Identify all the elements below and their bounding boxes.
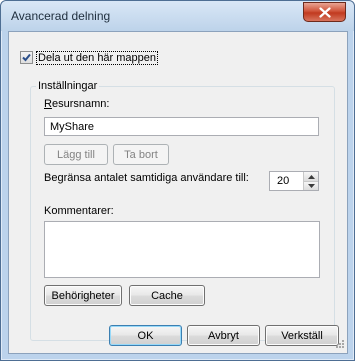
cancel-button[interactable]: Avbryt (187, 325, 260, 346)
permissions-button-label: Behörigheter (51, 289, 115, 302)
close-button[interactable] (303, 2, 346, 22)
cancel-button-label: Avbryt (208, 329, 239, 342)
share-folder-checkbox[interactable] (20, 51, 33, 64)
spin-down-icon (307, 184, 315, 188)
share-folder-label[interactable]: Dela ut den här mappen (36, 51, 159, 65)
ok-button-label: OK (137, 329, 154, 342)
spin-down-button[interactable] (304, 181, 318, 190)
permissions-button[interactable]: Behörigheter (44, 285, 122, 306)
apply-button-label: Verkställ (281, 329, 323, 342)
comments-label: Kommentarer: (44, 205, 114, 217)
add-button[interactable]: Lägg till (44, 144, 108, 165)
share-name-input[interactable] (45, 118, 318, 135)
checkmark-icon (22, 53, 31, 62)
close-icon (318, 6, 331, 18)
spin-buttons (303, 172, 318, 190)
user-limit-label: Begränsa antalet samtidiga användare til… (44, 172, 249, 184)
comments-textarea[interactable] (44, 221, 320, 278)
cache-button[interactable]: Cache (129, 285, 205, 306)
settings-group-title: Inställningar (36, 80, 100, 92)
dialog-body: Dela ut den här mappen Inställningar Res… (8, 31, 348, 354)
remove-button[interactable]: Ta bort (113, 144, 169, 165)
user-limit-stepper[interactable]: 20 (269, 171, 319, 191)
cache-button-label: Cache (151, 289, 183, 302)
share-name-field[interactable] (44, 117, 319, 136)
share-name-label: Resursnamn: (44, 98, 110, 110)
add-button-label: Lägg till (57, 148, 95, 161)
apply-button[interactable]: Verkställ (265, 325, 339, 346)
dialog-window: Avancerad delning Dela ut den här mappen… (0, 0, 355, 361)
ok-button[interactable]: OK (109, 325, 182, 346)
user-limit-value[interactable]: 20 (277, 175, 289, 187)
spin-up-icon (307, 174, 315, 179)
resize-grip-icon[interactable] (334, 340, 344, 350)
title-bar[interactable]: Avancerad delning (1, 1, 354, 31)
remove-button-label: Ta bort (124, 148, 158, 161)
share-name-label-text: esursnamn: (51, 98, 110, 110)
window-title: Avancerad delning (11, 9, 111, 23)
spin-up-button[interactable] (304, 172, 318, 181)
